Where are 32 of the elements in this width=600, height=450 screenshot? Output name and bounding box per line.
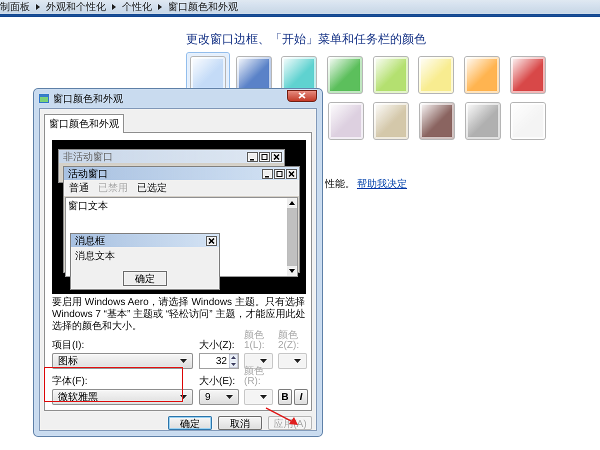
font-size-dropdown[interactable]: 9 xyxy=(199,389,239,405)
breadcrumb-item[interactable]: 个性化 xyxy=(122,0,152,14)
dialog-title: 窗口颜色和外观 xyxy=(53,92,123,106)
window-title: 活动窗口 xyxy=(68,168,108,180)
window-text: 窗口文本 xyxy=(68,201,108,212)
field-label: 大小(Z): xyxy=(199,341,235,351)
menu-item[interactable]: 已选定 xyxy=(137,181,167,195)
bold-button[interactable]: B xyxy=(278,389,292,405)
hint-text: 性能。 xyxy=(325,178,355,191)
breadcrumb-item[interactable]: 外观和个性化 xyxy=(46,0,106,14)
help-link[interactable]: 帮助我决定 xyxy=(357,177,407,191)
font-dropdown[interactable]: 微软雅黑 xyxy=(52,389,193,405)
window-title: 非活动窗口 xyxy=(63,150,113,164)
dialog-button[interactable]: 确定 xyxy=(168,416,212,430)
breadcrumb-item[interactable]: 窗口颜色和外观 xyxy=(168,0,238,14)
menu-item[interactable]: 普通 xyxy=(69,181,89,195)
field-label: 字体(F): xyxy=(52,377,88,387)
size-spinner[interactable]: 32 xyxy=(199,353,239,369)
field-label: 颜色 1(L): xyxy=(244,331,266,351)
field-label: 颜色 2(Z): xyxy=(278,331,300,351)
breadcrumb-item[interactable]: 制面板 xyxy=(0,0,30,14)
field-label: 项目(I): xyxy=(52,341,84,351)
window-title: 消息框 xyxy=(75,234,105,248)
field-label: 颜色(R): xyxy=(244,367,265,387)
tab[interactable]: 窗口颜色和外观 xyxy=(44,114,124,133)
message-text: 消息文本 xyxy=(74,250,116,264)
section-heading: 更改窗口边框、「开始」菜单和任务栏的颜色 xyxy=(186,31,427,48)
dialog-button[interactable]: 取消 xyxy=(218,416,262,430)
italic-button[interactable]: I xyxy=(294,389,308,405)
ok-button[interactable]: 确定 xyxy=(123,271,167,286)
field-label: 大小(E): xyxy=(199,377,236,387)
item-dropdown[interactable]: 图标 xyxy=(52,353,193,369)
